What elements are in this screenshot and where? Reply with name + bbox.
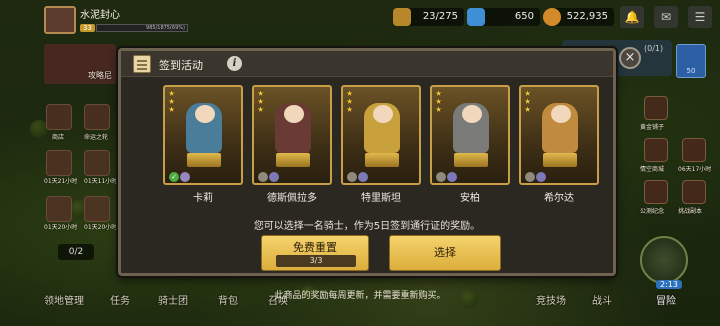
knight-name: 特里斯坦 — [361, 193, 401, 204]
event-icon[interactable] — [84, 196, 110, 222]
knight-card-tristan[interactable]: ★ ★ ★ — [341, 85, 421, 185]
left-menu-label: 命运之轮 — [84, 134, 109, 141]
weekly-reset-note: 此商品的奖励每周更新，并需要重新购买。 — [274, 291, 446, 301]
class-icon — [436, 172, 446, 182]
class-icon — [269, 172, 279, 182]
page-indicator: 0/2 — [58, 244, 94, 260]
gold-value: 522,935 — [566, 11, 608, 22]
knight-head — [551, 105, 571, 123]
knight-card-desperado[interactable]: ★ ★ ★ — [252, 85, 332, 185]
pedestal — [543, 153, 577, 167]
class-icon — [525, 172, 535, 182]
right-menu-label: 06天17小时 — [678, 166, 712, 173]
left-banner-label: 攻略尼 — [88, 71, 112, 80]
right-menu-label: 黄金铺子 — [640, 124, 665, 131]
knight-head — [284, 105, 304, 123]
check-icon: ✓ — [169, 172, 179, 182]
star-rating: ★ ★ ★ — [435, 89, 443, 114]
class-icon — [347, 172, 357, 182]
top-hud: 水泥封心 33 985/1875(69%) 23/275 650 522,935… — [0, 0, 720, 36]
left-menu-label: 01天20小时 — [84, 224, 118, 231]
player-level-badge: 33 — [80, 24, 95, 32]
event-icon[interactable] — [682, 138, 706, 162]
knight-card-kali[interactable]: ★ ★ ★ ✓ — [163, 85, 243, 185]
gold-shop-icon[interactable] — [644, 96, 668, 120]
class-icon — [258, 172, 268, 182]
mall-icon[interactable] — [644, 138, 668, 162]
star-rating: ★ ★ ★ — [257, 89, 265, 114]
star-rating: ★ ★ ★ — [524, 89, 532, 114]
info-icon[interactable]: i — [227, 56, 242, 71]
gold-counter[interactable]: 522,935 — [543, 8, 614, 26]
anniversary-icon[interactable] — [644, 180, 668, 204]
knight-name: 安柏 — [460, 193, 480, 204]
shop-icon[interactable] — [46, 104, 72, 130]
adventure-button[interactable] — [640, 236, 688, 284]
gem-icon — [467, 8, 485, 26]
knight-card-amber[interactable]: ★ ★ ★ — [430, 85, 510, 185]
right-gem-badge[interactable]: 50 — [676, 44, 706, 78]
signin-event-dialog: 签到活动 i × ★ ★ ★ ✓ 卡莉 ★ ★ ★ 德斯佩拉多 ★ ★ ★ 特里斯坦 ★ ★ ★ — [118, 47, 641, 276]
select-button[interactable]: 选择 — [389, 235, 501, 271]
reset-button-label: 免费重置 — [293, 241, 337, 254]
dialog-header: 签到活动 i — [121, 51, 613, 77]
left-menu-label: 01天21小时 — [44, 178, 78, 185]
pedestal — [187, 153, 221, 167]
right-menu-label: 挑战副本 — [678, 208, 703, 215]
pedestal — [365, 153, 399, 167]
bell-icon[interactable]: 🔔 — [620, 6, 644, 28]
event-icon[interactable] — [84, 150, 110, 176]
mail-icon[interactable]: ✉ — [654, 6, 678, 28]
player-name: 水泥封心 — [80, 10, 120, 21]
pedestal — [276, 153, 310, 167]
free-reset-button[interactable]: 免费重置 3/3 — [261, 235, 369, 271]
wheel-icon[interactable] — [84, 104, 110, 130]
knight-name: 德斯佩拉多 — [267, 193, 317, 204]
left-menu-label: 01天20小时 — [44, 224, 78, 231]
left-menu-label: 商店 — [52, 134, 65, 141]
knight-head — [195, 105, 215, 123]
stamina-icon — [393, 8, 411, 26]
right-menu-label: 情空商城 — [640, 166, 665, 173]
knight-head — [373, 105, 393, 123]
close-button[interactable]: × — [619, 47, 641, 69]
star-rating: ★ ★ ★ — [346, 89, 354, 114]
event-icon[interactable] — [46, 150, 72, 176]
knight-head — [462, 105, 482, 123]
class-icon — [447, 172, 457, 182]
star-rating: ★ ★ ★ — [168, 89, 176, 114]
knight-name: 希尔达 — [544, 193, 574, 204]
stamina-value: 23/275 — [422, 11, 458, 22]
gem-counter[interactable]: 650 — [467, 8, 540, 26]
knight-name: 卡莉 — [193, 193, 213, 204]
class-icon — [358, 172, 368, 182]
class-icon — [180, 172, 190, 182]
scroll-icon — [133, 55, 151, 73]
dialog-title: 签到活动 — [159, 59, 203, 72]
selection-instruction: 您可以选择一名骑士，作为5日签到通行证的奖励。 — [253, 221, 481, 232]
gem-value: 650 — [514, 11, 534, 22]
knight-card-hilda[interactable]: ★ ★ ★ — [519, 85, 599, 185]
right-menu-label: 公测纪念 — [640, 208, 665, 215]
event-icon[interactable] — [46, 196, 72, 222]
stamina-counter[interactable]: 23/275 — [393, 8, 464, 26]
right-counter: (0/1) — [644, 44, 664, 53]
reset-count: 3/3 — [276, 255, 356, 267]
left-menu-label: 01天11小时 — [84, 178, 118, 185]
gold-coin-icon — [543, 8, 561, 26]
dungeon-icon[interactable] — [682, 180, 706, 204]
menu-icon[interactable]: ☰ — [688, 6, 712, 28]
player-avatar[interactable] — [44, 6, 76, 34]
pedestal — [454, 153, 488, 167]
xp-progress-bar: 985/1875(69%) — [96, 24, 188, 32]
class-icon — [536, 172, 546, 182]
